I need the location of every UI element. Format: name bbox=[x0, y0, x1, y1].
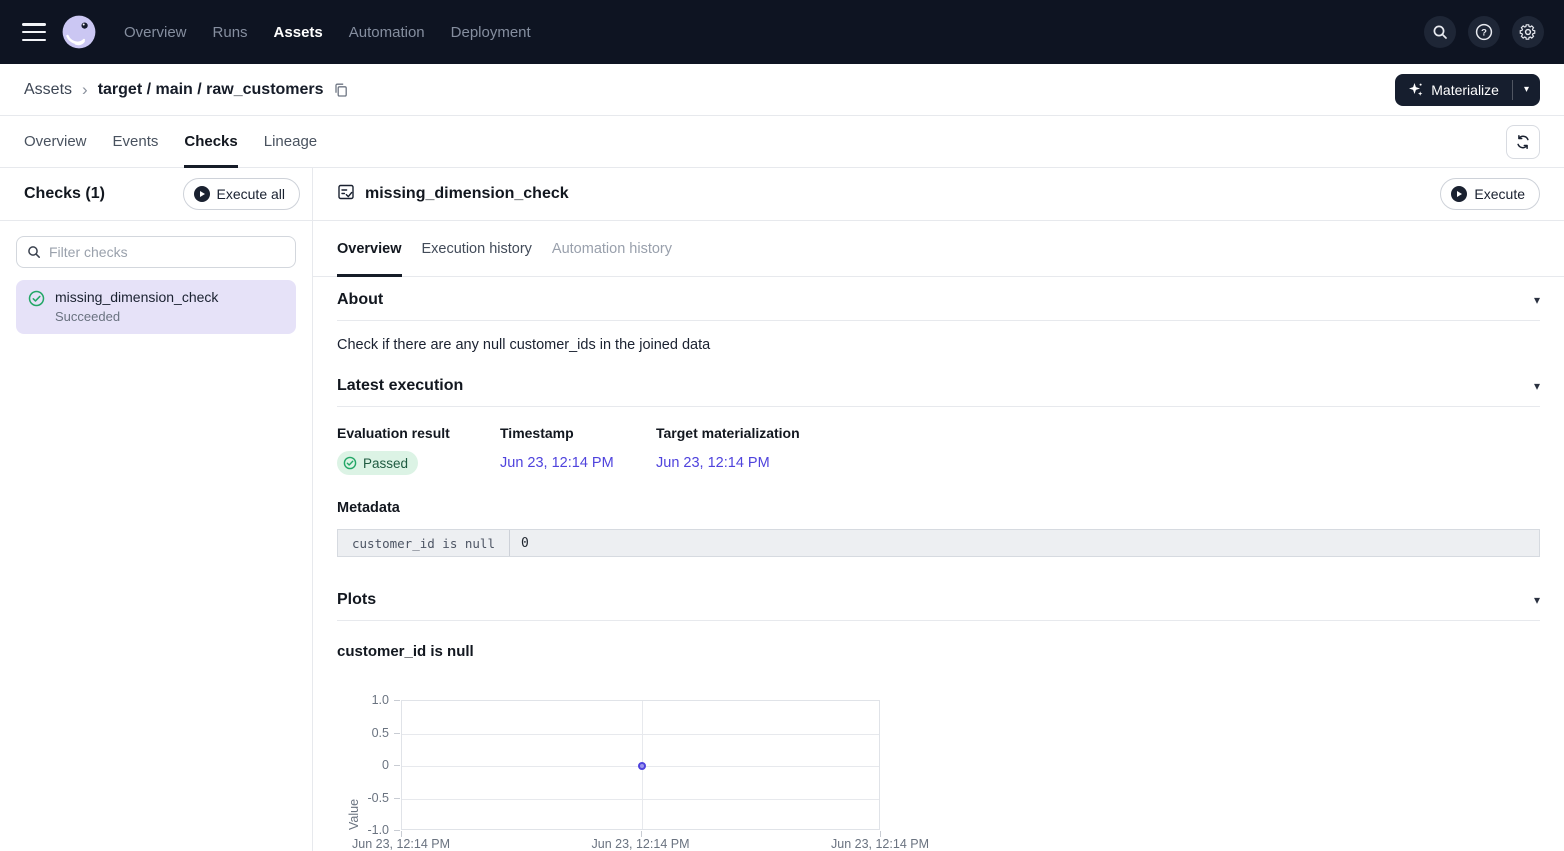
execute-button[interactable]: Execute bbox=[1440, 178, 1540, 210]
materialize-split-button: Materialize ▾ bbox=[1395, 74, 1540, 106]
metric-chart: Value 1.00.50-0.5-1.0Jun 23, 12:14 PMJun… bbox=[337, 692, 1540, 851]
tab-check-overview[interactable]: Overview bbox=[337, 221, 402, 276]
chart-y-tick: 0 bbox=[345, 758, 389, 772]
passed-check-icon bbox=[343, 456, 357, 470]
col-target-materialization: Target materialization bbox=[656, 425, 1540, 441]
metadata-value: 0 bbox=[510, 530, 1539, 556]
copy-icon[interactable] bbox=[333, 82, 349, 98]
timestamp-link[interactable]: Jun 23, 12:14 PM bbox=[500, 455, 614, 471]
check-detail-panel: missing_dimension_check Execute Overview… bbox=[313, 168, 1564, 851]
tab-checks[interactable]: Checks bbox=[184, 116, 237, 167]
tab-lineage[interactable]: Lineage bbox=[264, 116, 317, 167]
plot-title: customer_id is null bbox=[337, 643, 1540, 660]
col-evaluation-result: Evaluation result bbox=[337, 425, 500, 441]
check-title: missing_dimension_check bbox=[365, 185, 1430, 203]
check-list-item[interactable]: missing_dimension_check Succeeded bbox=[16, 280, 296, 334]
materialize-dropdown-caret-icon[interactable]: ▾ bbox=[1513, 74, 1540, 106]
dagster-logo-icon[interactable] bbox=[62, 14, 98, 50]
checks-sidebar: Checks (1) Execute all missing_dimensio bbox=[0, 168, 313, 851]
play-icon bbox=[194, 186, 210, 202]
metadata-table: customer_id is null 0 bbox=[337, 529, 1540, 557]
check-icon bbox=[337, 183, 355, 206]
chart-data-point bbox=[638, 762, 646, 770]
svg-text:?: ? bbox=[1481, 27, 1487, 38]
tab-automation-history[interactable]: Automation history bbox=[552, 221, 672, 276]
nav-overview[interactable]: Overview bbox=[124, 24, 187, 41]
materialize-button[interactable]: Materialize bbox=[1395, 74, 1512, 106]
nav-assets[interactable]: Assets bbox=[274, 24, 323, 41]
nav-automation[interactable]: Automation bbox=[349, 24, 425, 41]
settings-gear-icon[interactable] bbox=[1512, 16, 1544, 48]
search-icon bbox=[27, 245, 41, 259]
check-description: Check if there are any null customer_ids… bbox=[337, 337, 1540, 353]
chart-x-tick: Jun 23, 12:14 PM bbox=[592, 837, 690, 851]
latest-execution-heading: Latest execution bbox=[337, 377, 463, 395]
play-icon bbox=[1451, 186, 1467, 202]
nav-deployment[interactable]: Deployment bbox=[451, 24, 531, 41]
tab-events[interactable]: Events bbox=[113, 116, 159, 167]
chart-x-tick: Jun 23, 12:14 PM bbox=[831, 837, 929, 851]
metadata-key: customer_id is null bbox=[338, 530, 510, 556]
execute-all-button[interactable]: Execute all bbox=[183, 178, 300, 210]
check-success-icon bbox=[28, 290, 45, 324]
chart-y-tick: -1.0 bbox=[345, 823, 389, 837]
chart-plot-area bbox=[401, 700, 880, 830]
breadcrumb-bar: Assets › target / main / raw_customers M… bbox=[0, 64, 1564, 116]
status-badge: Passed bbox=[337, 451, 418, 475]
plots-heading: Plots bbox=[337, 591, 376, 609]
check-detail-content: About ▾ Check if there are any null cust… bbox=[313, 277, 1564, 851]
primary-nav: Overview Runs Assets Automation Deployme… bbox=[124, 24, 531, 41]
sparkle-icon bbox=[1408, 82, 1423, 97]
chart-y-tick: -0.5 bbox=[345, 791, 389, 805]
col-timestamp: Timestamp bbox=[500, 425, 656, 441]
tab-overview[interactable]: Overview bbox=[24, 116, 87, 167]
tab-execution-history[interactable]: Execution history bbox=[422, 221, 532, 276]
menu-icon[interactable] bbox=[22, 23, 46, 41]
about-collapse-caret-icon[interactable]: ▾ bbox=[1534, 294, 1540, 306]
breadcrumb-assets-link[interactable]: Assets bbox=[24, 81, 72, 99]
checks-panel-title: Checks (1) bbox=[24, 185, 183, 203]
top-nav: Overview Runs Assets Automation Deployme… bbox=[0, 0, 1564, 64]
asset-tabs: Overview Events Checks Lineage bbox=[0, 116, 1564, 168]
latest-execution-collapse-caret-icon[interactable]: ▾ bbox=[1534, 380, 1540, 392]
breadcrumb-separator: › bbox=[82, 80, 88, 100]
refresh-icon[interactable] bbox=[1506, 125, 1540, 159]
check-item-status: Succeeded bbox=[55, 309, 218, 324]
check-item-name: missing_dimension_check bbox=[55, 289, 218, 305]
check-detail-tabs: Overview Execution history Automation hi… bbox=[313, 221, 1564, 277]
plots-collapse-caret-icon[interactable]: ▾ bbox=[1534, 594, 1540, 606]
help-icon[interactable]: ? bbox=[1468, 16, 1500, 48]
filter-checks-field bbox=[16, 236, 296, 268]
chart-y-tick: 1.0 bbox=[345, 693, 389, 707]
nav-runs[interactable]: Runs bbox=[213, 24, 248, 41]
chart-y-tick: 0.5 bbox=[345, 726, 389, 740]
filter-checks-input[interactable] bbox=[49, 244, 285, 260]
search-icon[interactable] bbox=[1424, 16, 1456, 48]
metadata-heading: Metadata bbox=[337, 500, 1540, 516]
about-heading: About bbox=[337, 291, 383, 309]
chart-x-tick: Jun 23, 12:14 PM bbox=[352, 837, 450, 851]
asset-key-path[interactable]: target / main / raw_customers bbox=[98, 81, 324, 99]
target-materialization-link[interactable]: Jun 23, 12:14 PM bbox=[656, 455, 770, 471]
